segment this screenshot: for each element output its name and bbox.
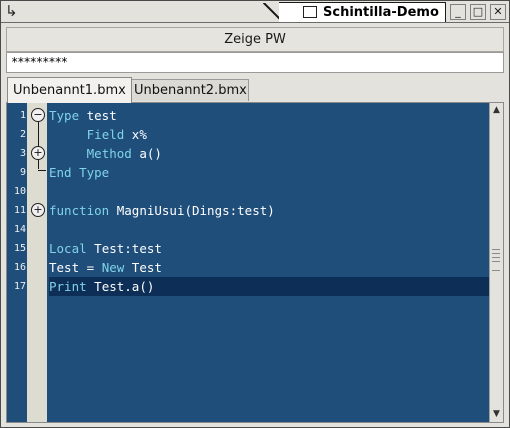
code-text: x% (124, 127, 147, 142)
keyword: New (101, 260, 125, 275)
scroll-up-arrow-icon[interactable]: ▲ (491, 104, 502, 116)
code-line: End Type (49, 163, 489, 182)
line-number: 16 (13, 262, 26, 273)
line-number: 9 (19, 167, 26, 178)
line-number-gutter: 1 2 3 9 10 11 14 15 16 17 (7, 103, 27, 422)
keyword: End Type (49, 165, 110, 180)
code-text: MagniUsui(Dings:test) (109, 203, 275, 218)
line-number: 2 (19, 129, 26, 140)
password-field[interactable]: ********* (6, 52, 504, 73)
code-text: Test (124, 260, 162, 275)
code-line: Test = New Test (49, 258, 489, 277)
application-window: ↳ Schintilla-Demo _ □ ✕ Zeige PW *******… (0, 0, 510, 428)
window-title: Schintilla-Demo (323, 5, 439, 20)
show-password-button[interactable]: Zeige PW (6, 27, 504, 52)
keyword: Field (86, 127, 125, 142)
scroll-thumb[interactable] (492, 249, 500, 271)
maximize-button[interactable]: □ (470, 4, 486, 20)
keyword: Print (49, 279, 87, 294)
keyword: Local (49, 241, 87, 256)
code-text: a() (131, 146, 162, 161)
code-line: Field x% (49, 125, 489, 144)
close-button[interactable]: ✕ (490, 4, 506, 20)
code-line: Local Test:test (49, 239, 489, 258)
code-editor[interactable]: 1 2 3 9 10 11 14 15 16 17 − + + Type tes… (6, 102, 504, 423)
code-line: function MagniUsui(Dings:test) (49, 201, 489, 220)
keyword: function (49, 203, 110, 218)
fold-collapse-icon[interactable]: − (31, 108, 45, 122)
keyword: Type (49, 108, 80, 123)
code-text-area[interactable]: Type test Field x% Method a() End Type f… (49, 103, 489, 422)
code-text: Test:test (86, 241, 162, 256)
vertical-scrollbar[interactable]: ▲ ▼ (489, 103, 503, 422)
code-line: Method a() (49, 144, 489, 163)
line-number: 17 (13, 281, 26, 292)
window-menu-arrow-icon[interactable]: ↳ (5, 2, 18, 20)
title-bar[interactable]: ↳ Schintilla-Demo _ □ ✕ (1, 1, 509, 23)
tab-unbenannt2[interactable]: Unbenannt2.bmx (128, 79, 249, 101)
tab-unbenannt1[interactable]: Unbenannt1.bmx (7, 77, 132, 103)
keyword: Method (86, 146, 132, 161)
title-bar-divider (1, 22, 509, 23)
line-number: 3 (19, 148, 26, 159)
code-text: Test = (49, 260, 102, 275)
fold-line (38, 121, 39, 169)
line-number: 11 (13, 205, 26, 216)
fold-expand-icon[interactable]: + (31, 203, 45, 217)
code-text: Test.a() (86, 279, 155, 294)
fold-expand-icon[interactable]: + (31, 146, 45, 160)
line-number: 1 (19, 110, 26, 121)
line-number: 14 (13, 224, 26, 235)
window-icon (303, 6, 317, 18)
code-line: Type test (49, 106, 489, 125)
scroll-down-arrow-icon[interactable]: ▼ (491, 408, 502, 420)
fold-end-marker (38, 170, 46, 171)
minimize-button[interactable]: _ (450, 4, 466, 20)
code-text: test (79, 108, 117, 123)
line-number: 10 (13, 186, 26, 197)
line-number: 15 (13, 243, 26, 254)
code-line-current: Print Test.a() (49, 277, 489, 296)
title-tab: Schintilla-Demo (279, 2, 446, 22)
